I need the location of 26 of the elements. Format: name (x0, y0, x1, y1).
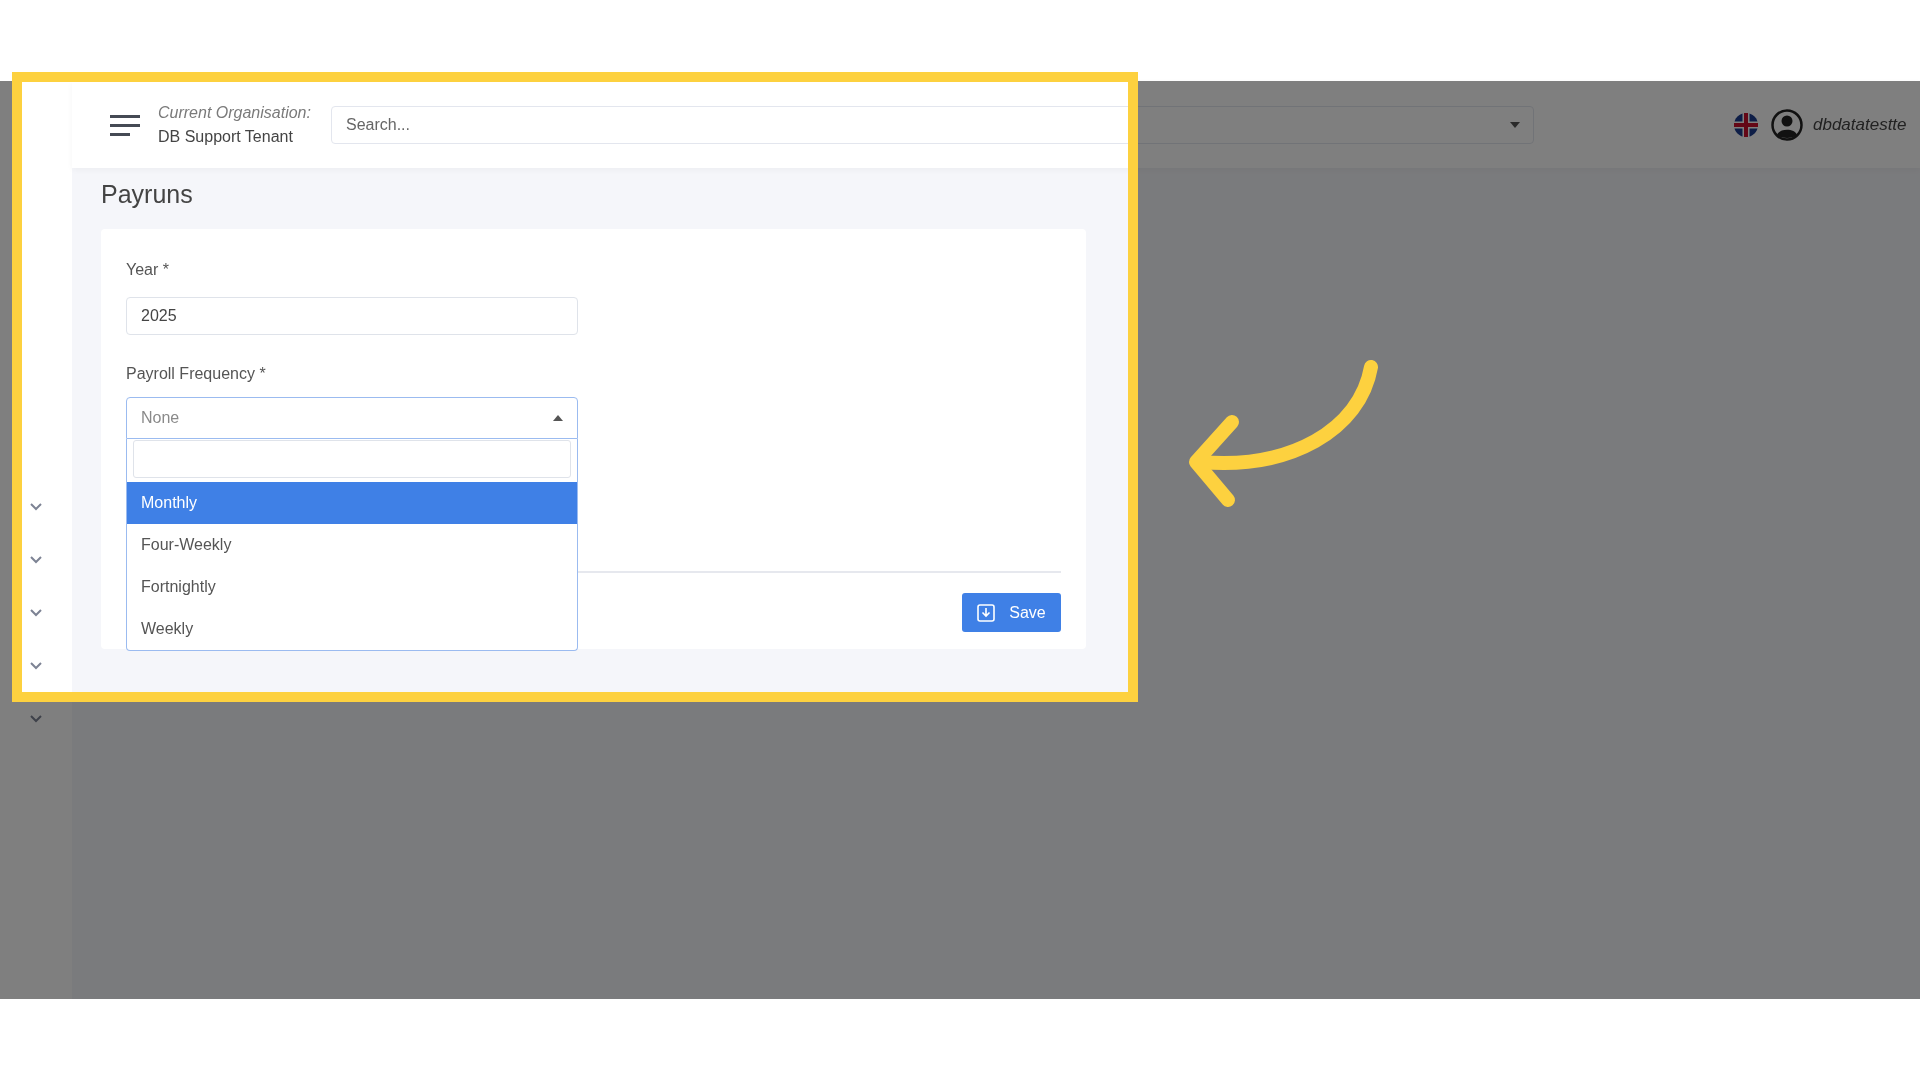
page-title: Payruns (101, 180, 194, 209)
year-field[interactable]: 2025 (126, 297, 578, 335)
dropdown-option[interactable]: Fortnightly (127, 566, 577, 608)
dropdown-option[interactable]: Weekly (127, 608, 577, 650)
menu-icon[interactable] (110, 112, 140, 137)
save-button[interactable]: Save (962, 593, 1061, 632)
dropdown-search-field[interactable] (133, 440, 571, 478)
save-icon (977, 603, 996, 622)
user-avatar-icon[interactable] (1770, 108, 1803, 141)
caret-icon (553, 415, 563, 421)
chevron-down-icon[interactable] (30, 556, 42, 564)
chevron-down-icon[interactable] (30, 609, 42, 617)
frequency-select[interactable]: None (126, 397, 578, 439)
organisation-name: DB Support Tenant (158, 127, 294, 146)
field-label: Payroll Frequency * (126, 365, 266, 383)
chevron-down-icon[interactable] (30, 503, 42, 511)
dropdown-option[interactable]: Four-Weekly (127, 524, 577, 566)
field-label: Year * (126, 261, 169, 279)
dropdown-option[interactable]: Monthly (127, 482, 577, 524)
organisation-label: Current Organisation: (158, 103, 311, 122)
chevron-down-icon[interactable] (30, 715, 42, 723)
search-field[interactable]: Search... (330, 105, 1534, 144)
username[interactable]: dbdatatestte (1812, 114, 1907, 135)
caret-icon[interactable] (1509, 121, 1520, 128)
flag-icon[interactable] (1733, 112, 1758, 137)
chevron-down-icon[interactable] (30, 662, 42, 670)
